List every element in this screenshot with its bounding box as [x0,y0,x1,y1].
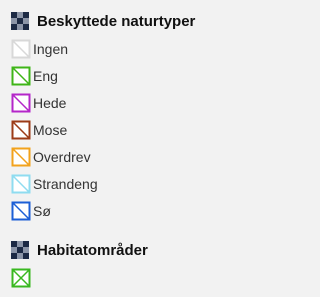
layer-group-icon [11,241,29,259]
group-header-habitatomrader[interactable]: Habitatområder [11,239,148,261]
hatched-swatch-icon [11,201,31,221]
legend-item-label: Sø [33,203,51,219]
legend-item-label: Overdrev [33,149,91,165]
legend-item-so: Sø [11,201,51,221]
layer-group-icon [11,12,29,30]
group-title: Beskyttede naturtyper [37,12,196,30]
legend-item-habitat [11,268,33,288]
legend-item-mose: Mose [11,120,67,140]
crosshatch-swatch-icon [11,268,31,288]
legend-item-label: Ingen [33,41,69,57]
legend-item-overdrev: Overdrev [11,147,91,167]
group-title: Habitatområder [37,241,148,259]
legend-item-label: Mose [33,122,68,138]
legend-item-eng: Eng [11,66,58,86]
legend-panel: Beskyttede naturtyper Ingen Eng Hede Mos… [0,0,252,297]
legend-item-label: Strandeng [33,176,98,192]
legend-item-ingen: Ingen [11,39,68,59]
legend-item-label: Eng [33,68,58,84]
legend-item-label: Hede [33,95,67,111]
legend-item-hede: Hede [11,93,66,113]
hatched-swatch-icon [11,120,31,140]
hatched-swatch-icon [11,174,31,194]
hatched-swatch-icon [11,39,31,59]
legend-item-strandeng: Strandeng [11,174,98,194]
hatched-swatch-icon [11,147,31,167]
hatched-swatch-icon [11,93,31,113]
group-header-beskyttede-naturtyper[interactable]: Beskyttede naturtyper [11,10,195,32]
hatched-swatch-icon [11,66,31,86]
